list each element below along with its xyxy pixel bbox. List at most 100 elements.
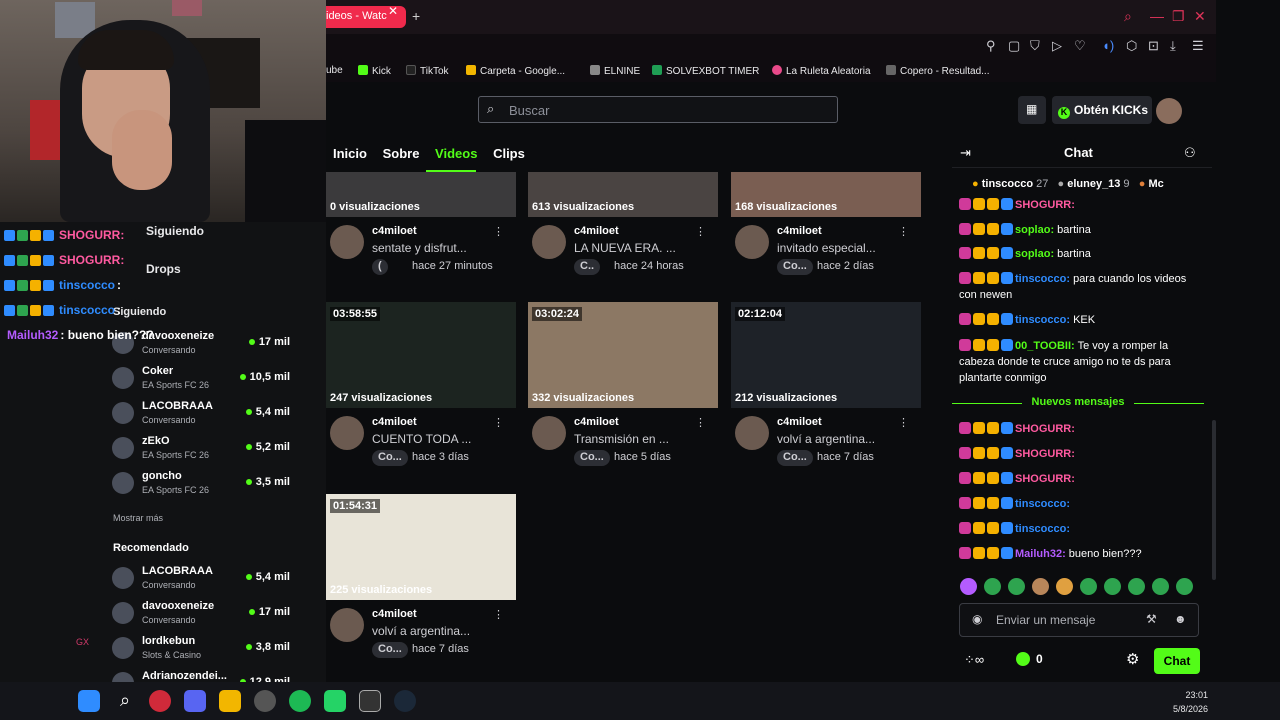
sidebar-following-label[interactable]: Siguiendo — [146, 224, 204, 238]
bookmark-elnine[interactable]: ELNINE — [590, 65, 640, 77]
heart-icon[interactable]: ♡ — [1074, 38, 1086, 54]
video-title[interactable]: volví a argentina... — [777, 432, 875, 446]
video-channel[interactable]: c4miloet — [574, 225, 619, 237]
chat-username[interactable]: tinscocco: — [1015, 273, 1070, 285]
video-thumbnail[interactable]: 0 visualizaciones — [326, 172, 516, 217]
chat-username[interactable]: tinscocco: — [1015, 498, 1070, 510]
layout-toggle-button[interactable]: ▦ — [1018, 96, 1046, 124]
steam-icon[interactable] — [394, 690, 416, 712]
screenshot-icon[interactable]: ▢ — [1008, 38, 1020, 54]
video-title[interactable]: volví a argentina... — [372, 624, 470, 638]
video-card[interactable]: 01:54:31 225 visualizaciones c4miloet volví… — [326, 494, 516, 660]
bookmark-tiktok[interactable]: TikTok — [406, 65, 449, 77]
sidebar-channel-item[interactable]: Coker EA Sports FC 26 10,5 mil — [112, 365, 302, 399]
app-icon[interactable] — [254, 690, 276, 712]
extensions-icon[interactable]: ⬡ — [1126, 38, 1137, 54]
video-category[interactable]: C.. — [574, 259, 601, 275]
emote-icon[interactable] — [960, 578, 977, 595]
more-options-icon[interactable]: ⋮ — [493, 416, 504, 429]
bookmark-copero[interactable]: Copero - Resultad... — [886, 65, 990, 77]
emote-icon[interactable] — [1128, 578, 1145, 595]
video-title[interactable]: CUENTO TODA ... — [372, 432, 471, 446]
video-thumbnail[interactable]: 03:02:24 332 visualizaciones — [528, 302, 718, 408]
get-kicks-button[interactable]: K Obtén KICKs — [1052, 96, 1152, 124]
sidebar-channel-item[interactable]: davooxeneize Conversando 17 mil — [112, 600, 302, 634]
collapse-chat-icon[interactable]: ⇥ — [960, 145, 971, 161]
send-chat-button[interactable]: Chat — [1154, 648, 1200, 674]
sidebar-drops-label[interactable]: Drops — [146, 262, 181, 276]
video-channel[interactable]: c4miloet — [372, 608, 417, 620]
infinity-icon[interactable]: ⁘∞ — [964, 652, 984, 668]
tab-inicio[interactable]: Inicio — [333, 146, 367, 161]
chat-username[interactable]: tinscocco: — [1015, 314, 1070, 326]
new-tab-icon[interactable]: + — [412, 8, 420, 24]
audio-icon[interactable]: ◖) — [1102, 38, 1114, 53]
video-channel[interactable]: c4miloet — [372, 416, 417, 428]
bookmark-ruleta[interactable]: La Ruleta Aleatoria — [772, 65, 871, 77]
sidebar-channel-item[interactable]: LACOBRAAA Conversando 5,4 mil — [112, 400, 302, 434]
bookmark-kick[interactable]: Kick — [358, 65, 391, 77]
channel-avatar[interactable] — [735, 416, 769, 450]
file-explorer-icon[interactable] — [219, 690, 241, 712]
windows-start-icon[interactable] — [78, 690, 100, 712]
chat-username[interactable]: SHOGURR: — [1015, 199, 1075, 211]
chat-username[interactable]: tinscocco: — [1015, 523, 1070, 535]
video-card[interactable]: 168 visualizaciones c4miloet invitado espe… — [731, 172, 921, 277]
emote-icon[interactable] — [1008, 578, 1025, 595]
video-channel[interactable]: c4miloet — [777, 416, 822, 428]
video-category[interactable]: ( — [372, 259, 388, 275]
more-options-icon[interactable]: ⋮ — [493, 608, 504, 621]
sidebar-channel-item[interactable]: lordkebun Slots & Casino 3,8 mil — [112, 635, 302, 669]
settings-gear-icon[interactable]: ⚙ — [1126, 650, 1139, 668]
bookmark-solvexbot[interactable]: SOLVEXBOT TIMER — [652, 65, 759, 77]
video-channel[interactable]: c4miloet — [372, 225, 417, 237]
search-icon[interactable]: ⌕ — [1124, 8, 1132, 25]
chat-username[interactable]: soplao: — [1015, 224, 1054, 236]
video-card[interactable]: 02:12:04 212 visualizaciones c4miloet volví… — [731, 302, 921, 468]
video-title[interactable]: invitado especial... — [777, 241, 876, 255]
emoji-icon[interactable]: ☻ — [1174, 612, 1187, 626]
chat-username[interactable]: soplao: — [1015, 248, 1054, 260]
emote-icon[interactable] — [1104, 578, 1121, 595]
sidebar-channel-item[interactable]: LACOBRAAA Conversando 5,4 mil — [112, 565, 302, 599]
video-card[interactable]: 03:58:55 247 visualizaciones c4miloet CUENT… — [326, 302, 516, 468]
video-category[interactable]: Co... — [372, 450, 408, 466]
send-kicks-icon[interactable]: ⚒ — [1146, 612, 1157, 626]
video-channel[interactable]: c4miloet — [574, 416, 619, 428]
channel-avatar[interactable] — [330, 225, 364, 259]
menu-icon[interactable]: ☰ — [1192, 38, 1204, 54]
video-card[interactable]: 0 visualizaciones c4miloet sentate y disfr… — [326, 172, 516, 277]
tab-clips[interactable]: Clips — [493, 146, 525, 161]
emote-icon[interactable] — [984, 578, 1001, 595]
sidebar-channel-item[interactable]: goncho EA Sports FC 26 3,5 mil — [112, 470, 302, 504]
user-avatar[interactable] — [1156, 98, 1182, 124]
video-thumbnail[interactable]: 03:58:55 247 visualizaciones — [326, 302, 516, 408]
tab-close-icon[interactable]: ✕ — [388, 4, 398, 18]
pin-icon[interactable]: ⚲ — [986, 38, 996, 54]
sidebar-channel-item[interactable]: zEkO EA Sports FC 26 5,2 mil — [112, 435, 302, 469]
maximize-icon[interactable]: ❐ — [1172, 8, 1185, 25]
leader-1[interactable]: ● tinscocco 27 — [972, 178, 1048, 190]
minimize-icon[interactable]: — — [1150, 8, 1164, 24]
lock-icon[interactable]: ⊡ — [1148, 38, 1159, 54]
close-window-icon[interactable]: ✕ — [1194, 8, 1206, 25]
video-category[interactable]: Co... — [574, 450, 610, 466]
app-icon[interactable] — [359, 690, 381, 712]
spotify-icon[interactable] — [289, 690, 311, 712]
more-options-icon[interactable]: ⋮ — [695, 416, 706, 429]
shield-icon[interactable]: ⛉ — [1030, 38, 1040, 54]
leader-3[interactable]: ● Mc — [1139, 178, 1164, 190]
video-thumbnail[interactable]: 168 visualizaciones — [731, 172, 921, 217]
video-title[interactable]: Transmisión en ... — [574, 432, 669, 446]
channel-avatar[interactable] — [532, 225, 566, 259]
tab-sobre[interactable]: Sobre — [383, 146, 420, 161]
system-clock[interactable]: 23:01 5/8/2026 — [1173, 688, 1208, 716]
users-icon[interactable]: ⚇ — [1184, 145, 1196, 161]
video-category[interactable]: Co... — [372, 642, 408, 658]
chat-username[interactable]: SHOGURR: — [1015, 473, 1075, 485]
bookmark-drive[interactable]: Carpeta - Google... — [466, 65, 565, 77]
chat-username[interactable]: 00_TOOBII: — [1015, 340, 1075, 352]
video-title[interactable]: sentate y disfrut... — [372, 241, 467, 255]
more-options-icon[interactable]: ⋮ — [695, 225, 706, 238]
new-messages-divider[interactable]: Nuevos mensajes — [952, 396, 1204, 408]
